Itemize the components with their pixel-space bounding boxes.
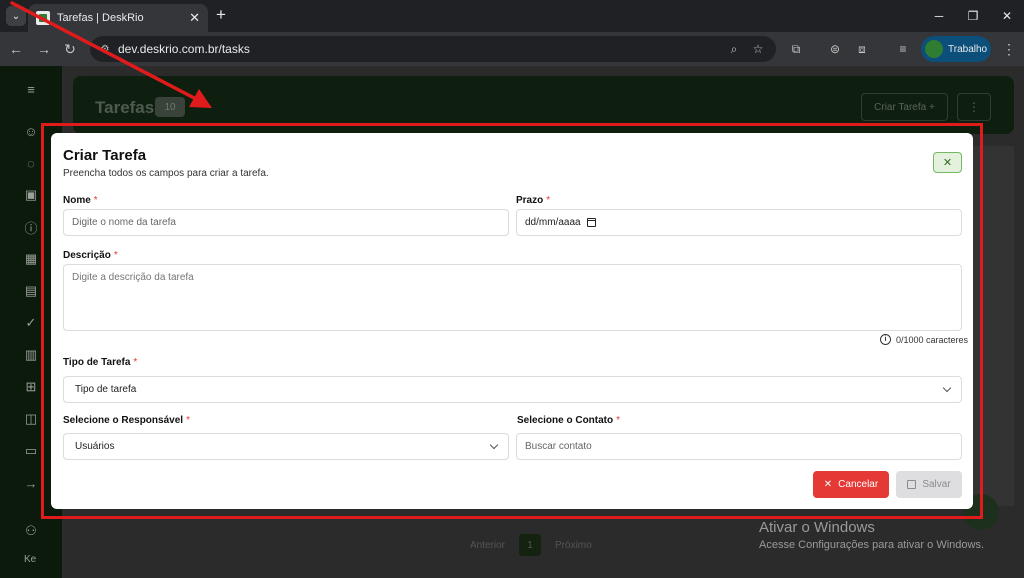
contato-search-input[interactable] [516, 433, 962, 460]
browser-tab[interactable]: Tarefas | DeskRio ✕ [28, 4, 208, 32]
close-icon: ✕ [823, 479, 833, 490]
pagination-prev[interactable]: Anterior [470, 540, 505, 551]
url-text: dev.deskrio.com.br/tasks [118, 42, 250, 56]
site-info-icon[interactable]: ⚙ [98, 42, 112, 56]
prazo-date-input[interactable]: dd/mm/aaaa [516, 209, 962, 236]
pagination: Anterior 1 Próximo [470, 534, 592, 556]
logout-arrow-icon[interactable]: → [22, 474, 40, 492]
save-icon [907, 480, 917, 489]
windows-activation-watermark: Ativar o Windows Acesse Configurações pa… [759, 519, 984, 551]
window-close-icon[interactable]: ✕ [990, 0, 1024, 32]
tab-title: Tarefas | DeskRio [57, 12, 144, 24]
dashboard-icon[interactable]: ▦ [22, 250, 40, 268]
profile-button[interactable]: Trabalho [921, 36, 991, 62]
profile-avatar-icon [925, 40, 943, 58]
address-bar[interactable]: ⚙ dev.deskrio.com.br/tasks ⌕ ☆ [90, 36, 776, 62]
users-group-icon[interactable]: ⚇ [22, 522, 40, 540]
minimize-icon[interactable]: ─ [922, 0, 956, 32]
app-header: Tarefas 10 Criar Tarefa + ⋮ [73, 76, 1014, 134]
new-tab-icon[interactable]: + [212, 5, 230, 24]
restore-icon[interactable]: ❐ [956, 0, 990, 32]
nome-input[interactable] [63, 209, 509, 236]
back-icon[interactable]: ← [6, 39, 26, 59]
close-icon: ✕ [942, 157, 953, 169]
more-options-icon[interactable]: ⋮ [957, 93, 991, 121]
nome-label: Nome * [63, 195, 98, 206]
extensions-icon[interactable]: ⧉ [787, 40, 805, 58]
add-box-icon[interactable]: ⊞ [22, 378, 40, 396]
close-modal-button[interactable]: ✕ [933, 152, 962, 173]
notification-icon[interactable]: ◫ [22, 410, 40, 428]
contacts-icon[interactable]: ▣ [22, 186, 40, 204]
responsavel-select-value: Usuários [75, 441, 115, 452]
translate-icon[interactable]: ⧈ [853, 40, 871, 58]
modal-subtitle: Preencha todos os campos para criar a ta… [63, 168, 269, 179]
check-circle-icon[interactable]: ✓ [22, 314, 40, 332]
profile-label: Trabalho [948, 43, 988, 55]
descricao-label: Descrição * [63, 250, 118, 261]
browser-toolbar: ← → ↻ ⚙ dev.deskrio.com.br/tasks ⌕ ☆ ⧉ ⊜… [0, 32, 1024, 66]
cancel-label: Cancelar [838, 479, 879, 490]
tab-close-icon[interactable]: ✕ [189, 10, 200, 26]
kanban-icon[interactable]: ▤ [22, 282, 40, 300]
chevron-down-icon [489, 440, 499, 449]
incognito-icon[interactable]: ⊜ [826, 40, 844, 58]
bookmark-star-icon[interactable]: ☆ [750, 41, 766, 57]
watermark-subtitle: Acesse Configurações para ativar o Windo… [759, 539, 984, 551]
browser-tabstrip: ⌄ Tarefas | DeskRio ✕ + ─ ❐ ✕ [0, 0, 1024, 32]
char-counter-text: 0/1000 caracteres [896, 334, 969, 345]
pagination-page[interactable]: 1 [519, 534, 542, 556]
char-counter: i 0/1000 caracteres [880, 334, 968, 345]
zoom-icon[interactable]: ⌕ [726, 41, 742, 57]
user-initials[interactable]: Ke [24, 554, 36, 565]
message-icon[interactable]: ▭ [22, 442, 40, 460]
info-circle-icon[interactable]: ⓘ [22, 218, 40, 236]
tipo-label: Tipo de Tarefa * [63, 357, 138, 368]
chat-icon[interactable]: ◌ [22, 154, 40, 172]
reading-list-icon[interactable]: ≡ [894, 40, 912, 58]
deskrio-favicon-icon [36, 11, 50, 25]
responsavel-select[interactable]: Usuários [63, 433, 509, 460]
create-task-button[interactable]: Criar Tarefa + [861, 93, 948, 121]
browser-menu-icon[interactable]: ⋮ [1000, 40, 1018, 58]
responsavel-label: Selecione o Responsável * [63, 415, 190, 426]
tipo-select[interactable]: Tipo de tarefa [63, 376, 962, 403]
create-task-modal: Criar Tarefa Preencha todos os campos pa… [51, 133, 973, 509]
page-title: Tarefas [95, 98, 155, 117]
info-icon: i [880, 334, 891, 345]
chevron-down-icon [942, 383, 952, 392]
reload-icon[interactable]: ↻ [60, 39, 80, 59]
calendar-icon[interactable]: ▥ [22, 346, 40, 364]
contato-label: Selecione o Contato * [517, 415, 621, 426]
menu-icon[interactable]: ≡ [22, 80, 40, 98]
modal-title: Criar Tarefa [63, 147, 147, 164]
tipo-select-value: Tipo de tarefa [75, 384, 137, 395]
forward-icon[interactable]: → [34, 39, 54, 59]
save-label: Salvar [922, 479, 951, 490]
save-button[interactable]: Salvar [896, 471, 962, 498]
watermark-title: Ativar o Windows [759, 519, 875, 536]
calendar-picker-icon[interactable] [586, 218, 596, 227]
prazo-label: Prazo * [516, 195, 551, 206]
cancel-button[interactable]: ✕ Cancelar [813, 471, 889, 498]
pagination-next[interactable]: Próximo [555, 540, 592, 551]
task-count-badge: 10 [155, 97, 185, 117]
tab-search-button[interactable]: ⌄ [6, 6, 26, 26]
prazo-date-value: dd/mm/aaaa [525, 217, 581, 228]
descricao-textarea[interactable] [63, 264, 962, 331]
user-icon[interactable]: ☺ [22, 122, 40, 140]
